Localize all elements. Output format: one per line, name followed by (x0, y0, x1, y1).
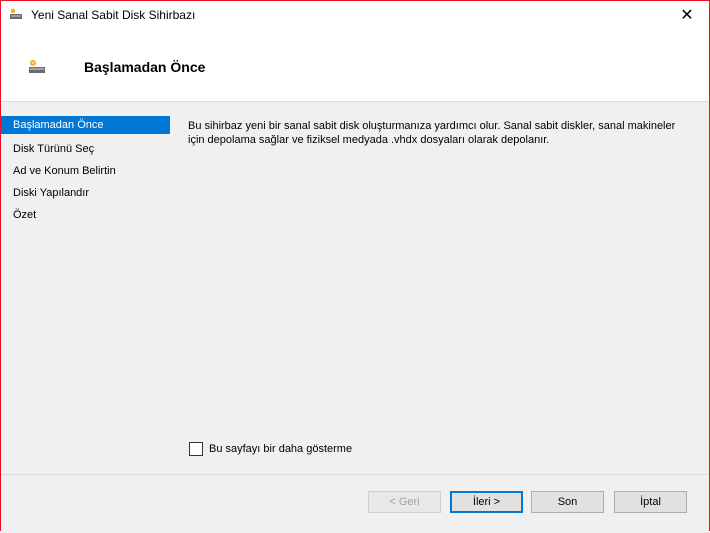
finish-button[interactable]: Son (531, 491, 604, 513)
step-item-summary[interactable]: Özet (1, 204, 170, 226)
close-button[interactable]: ✕ (665, 1, 709, 29)
step-label: Diski Yapılandır (13, 187, 90, 199)
next-button[interactable]: İleri > (450, 491, 523, 513)
step-item-name-and-location[interactable]: Ad ve Konum Belirtin (1, 160, 170, 182)
back-button[interactable]: < Geri (368, 491, 441, 513)
step-label: Başlamadan Önce (13, 119, 104, 131)
wizard-description: Bu sihirbaz yeni bir sanal sabit disk ol… (188, 120, 676, 146)
close-icon: ✕ (680, 7, 694, 24)
dont-show-again-checkbox[interactable] (189, 442, 203, 456)
content-pane: Bu sihirbaz yeni bir sanal sabit disk ol… (176, 111, 696, 471)
dont-show-again-row[interactable]: Bu sayfayı bir daha gösterme (189, 442, 352, 456)
dont-show-again-label[interactable]: Bu sayfayı bir daha gösterme (209, 443, 352, 455)
step-label: Disk Türünü Seç (13, 143, 95, 155)
disk-wizard-icon (10, 8, 22, 19)
wizard-header: Başlamadan Önce (1, 29, 709, 101)
step-item-configure-disk[interactable]: Diski Yapılandır (1, 182, 170, 204)
step-item-choose-disk-type[interactable]: Disk Türünü Seç (1, 138, 170, 160)
step-label: Özet (13, 209, 37, 221)
disk-wizard-icon (29, 60, 45, 73)
cancel-button[interactable]: İptal (614, 491, 687, 513)
wizard-window: Yeni Sanal Sabit Disk Sihirbazı ✕ Başlam… (0, 0, 710, 533)
window-title: Yeni Sanal Sabit Disk Sihirbazı (31, 8, 196, 22)
page-title: Başlamadan Önce (84, 59, 206, 75)
step-list: Başlamadan Önce Disk Türünü Seç Ad ve Ko… (1, 116, 170, 226)
title-bar[interactable]: Yeni Sanal Sabit Disk Sihirbazı ✕ (1, 1, 709, 29)
step-label: Ad ve Konum Belirtin (13, 165, 116, 177)
step-item-before-you-begin[interactable]: Başlamadan Önce (1, 116, 170, 134)
